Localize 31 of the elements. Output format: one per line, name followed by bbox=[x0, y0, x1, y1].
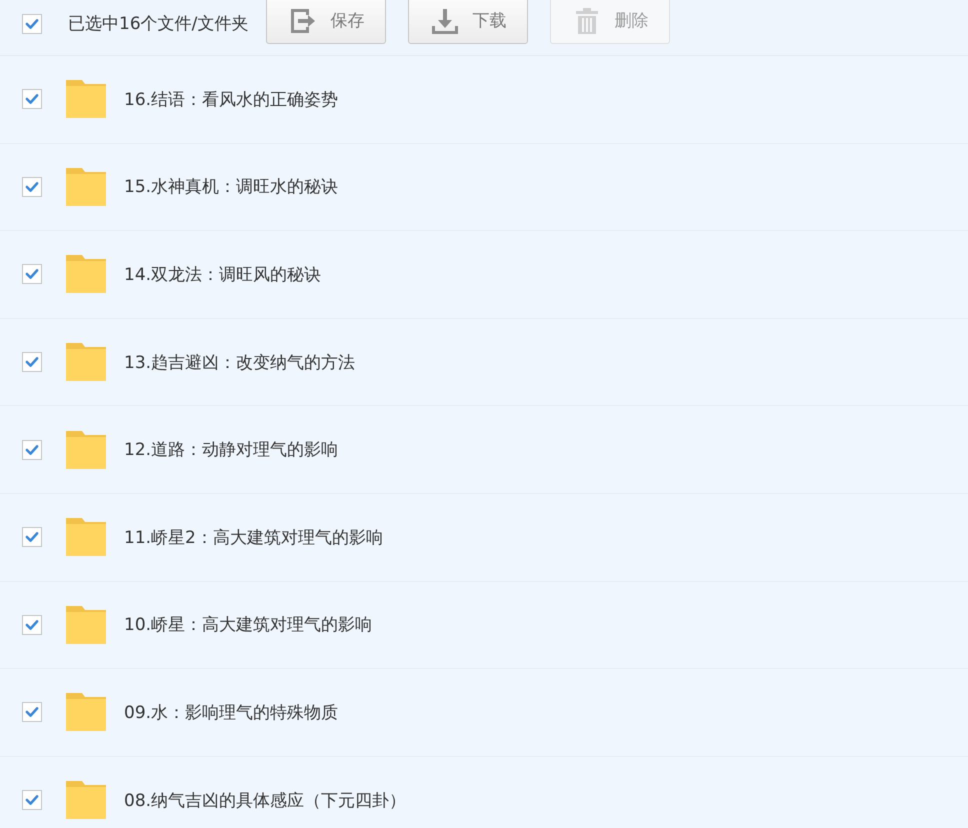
checkbox[interactable] bbox=[22, 14, 42, 34]
checkbox[interactable] bbox=[22, 790, 42, 810]
checkbox[interactable] bbox=[22, 614, 42, 635]
folder-icon bbox=[66, 168, 106, 206]
folder-name[interactable]: 08.纳气吉凶的具体感应（下元四卦） bbox=[124, 788, 406, 812]
selection-count: 已选中16个文件/文件夹 bbox=[68, 13, 248, 35]
checkbox[interactable] bbox=[22, 702, 42, 722]
checkbox[interactable] bbox=[22, 527, 42, 548]
checkbox[interactable] bbox=[22, 176, 42, 197]
folder-icon bbox=[66, 343, 106, 382]
folder-icon bbox=[66, 781, 106, 820]
checkbox[interactable] bbox=[22, 264, 42, 284]
folder-icon bbox=[66, 255, 106, 294]
folder-name[interactable]: 13.趋吉避凶：改变纳气的方法 bbox=[124, 350, 356, 374]
checkbox[interactable] bbox=[22, 89, 42, 110]
checkbox[interactable] bbox=[22, 352, 42, 372]
folder-name[interactable]: 14.双龙法：调旺风的秘诀 bbox=[124, 262, 322, 286]
folder-name[interactable]: 15.水神真机：调旺水的秘诀 bbox=[124, 175, 338, 198]
folder-name[interactable]: 12.道路：动静对理气的影响 bbox=[124, 438, 338, 462]
folder-icon bbox=[66, 430, 106, 469]
folder-icon bbox=[66, 80, 106, 118]
folder-name[interactable]: 11.峤星2：高大建筑对理气的影响 bbox=[124, 526, 383, 549]
folder-icon bbox=[66, 606, 106, 644]
download-button[interactable]: 下载 bbox=[408, 0, 528, 44]
checkbox[interactable] bbox=[22, 440, 42, 460]
folder-icon bbox=[66, 518, 106, 556]
save-button[interactable]: 保存 bbox=[266, 0, 386, 44]
folder-name[interactable]: 09.水：影响理气的特殊物质 bbox=[124, 700, 338, 724]
folder-name[interactable]: 10.峤星：高大建筑对理气的影响 bbox=[124, 613, 372, 636]
folder-icon bbox=[66, 693, 106, 732]
folder-name[interactable]: 16.结语：看风水的正确姿势 bbox=[124, 88, 338, 111]
